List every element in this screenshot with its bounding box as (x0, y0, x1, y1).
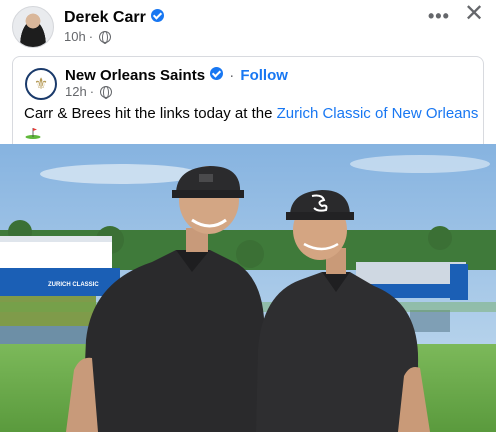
more-options-icon[interactable]: ••• (428, 6, 450, 27)
globe-icon (99, 30, 112, 44)
shared-post-meta: 12h · (65, 84, 113, 99)
page-name[interactable]: New Orleans Saints (65, 67, 205, 84)
close-icon[interactable]: ✕ (464, 2, 484, 26)
post-header: Derek Carr 10h · ••• ✕ (0, 0, 496, 56)
author-avatar[interactable] (12, 6, 54, 48)
golf-flag-icon (25, 128, 41, 139)
golf-course-photo: ZURICH CLASSIC (0, 144, 496, 432)
sponsor-banner-text: ZURICH CLASSIC (48, 282, 99, 288)
follow-button[interactable]: Follow (240, 67, 288, 84)
author-name[interactable]: Derek Carr (64, 9, 164, 27)
page-name-row: New Orleans Saints · Follow (65, 67, 288, 84)
globe-icon (100, 85, 113, 99)
post-timestamp[interactable]: 10h (64, 29, 86, 44)
shared-timestamp[interactable]: 12h (65, 84, 87, 99)
author-name-text[interactable]: Derek Carr (64, 9, 146, 26)
page-avatar[interactable]: ⚜ (25, 68, 57, 100)
meta-separator: · (88, 29, 94, 44)
meta-separator: · (89, 84, 95, 99)
shared-post-card: ⚜ New Orleans Saints · Follow 12h · Carr… (12, 56, 484, 144)
post-photo[interactable]: ZURICH CLASSIC (0, 144, 496, 432)
caption-text: Carr & Brees hit the links today at the (24, 105, 277, 122)
post-meta: 10h · (64, 29, 112, 44)
verified-badge-icon (150, 9, 164, 22)
post-caption: Carr & Brees hit the links today at the … (24, 104, 479, 123)
follow-separator: · (229, 67, 235, 84)
caption-link[interactable]: Zurich Classic of New Orleans (277, 105, 479, 122)
verified-badge-icon (210, 67, 224, 80)
